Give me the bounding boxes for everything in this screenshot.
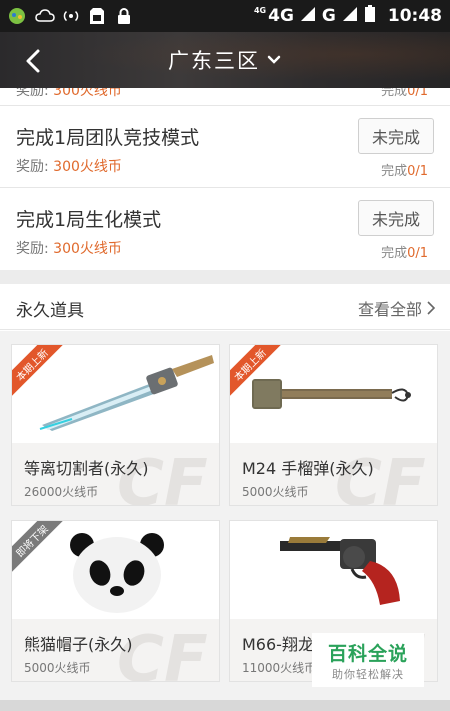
sim-icon [89,7,107,25]
item-name: 熊猫帽子(永久) [24,635,133,654]
reward-label: 奖励: [16,88,49,99]
item-card[interactable]: 即将下架 CF 熊猫帽子(永久) 5000火线币 [11,520,220,682]
hotspot-icon [62,7,80,25]
section-title: 永久道具 [16,301,84,321]
reward-label: 奖励: [16,241,49,257]
progress-value: 0/1 [407,164,428,179]
carrier-label: G [321,6,336,26]
back-arrow-icon [26,49,40,73]
section-header: 永久道具 查看全部 [0,284,450,330]
watermark-sub: 助你轻松解决 [332,667,404,681]
bottom-edge [0,700,450,711]
task-progress: 完成0/1 [381,242,428,261]
server-selector[interactable]: 广东三区 [168,45,282,75]
lock-icon [116,7,134,25]
item-price: 26000火线币 [24,485,99,499]
task-reward: 奖励: 300火线币 [16,238,122,258]
task-reward: 奖励: 300火线币 [16,156,122,176]
signal-icon [300,6,316,26]
back-button[interactable] [18,46,48,76]
task-row: 完成1局团队竞技模式 奖励: 300火线币 未完成 完成0/1 [0,106,450,188]
app-header: 广东三区 [0,32,450,88]
network-type-small: 4G [253,5,267,15]
item-info: CF 熊猫帽子(永久) 5000火线币 [12,619,219,681]
item-card[interactable]: 本期上新 CF 等离切割者(永久) 26000火线币 [11,344,220,506]
m66-revolver-image [230,521,437,619]
reward-amount: 300火线币 [53,159,122,175]
reward-amount: 300火线币 [53,241,122,257]
task-status-button[interactable]: 未完成 [358,200,434,236]
progress-value: 0/1 [407,246,428,261]
task-progress: 完成0/1 [381,88,428,99]
task-title: 完成1局团队竞技模式 [16,127,200,149]
item-card[interactable]: 本期上新 CF M24 手榴弹(永久) 5000火线币 [229,344,438,506]
progress-value: 0/1 [407,88,428,99]
baike-watermark-logo: 百科全说 助你轻松解决 [312,633,424,687]
item-name: M24 手榴弹(永久) [242,459,374,478]
signal-icon-2 [342,6,358,26]
battery-icon [364,5,376,27]
item-name: M66-翔龙 [242,635,314,654]
reward-amount: 300火线币 [53,88,122,99]
task-status-button[interactable]: 未完成 [358,118,434,154]
item-info: CF 等离切割者(永久) 26000火线币 [12,443,219,505]
see-all-link[interactable]: 查看全部 [358,296,436,320]
page-title: 广东三区 [168,49,260,73]
item-name: 等离切割者(永久) [24,459,149,478]
task-title: 完成1局生化模式 [16,209,162,231]
progress-label: 完成 [381,246,408,261]
item-price: 11000火线币 [242,661,317,675]
task-reward: 奖励: 300火线币 [16,88,122,100]
item-price: 5000火线币 [24,661,91,675]
item-price: 5000火线币 [242,485,309,499]
see-all-label: 查看全部 [357,300,422,319]
task-row: 完成1局生化模式 奖励: 300火线币 未完成 完成0/1 [0,188,450,270]
section-divider [0,270,450,284]
progress-label: 完成 [381,164,408,179]
item-info: CF M24 手榴弹(永久) 5000火线币 [230,443,437,505]
progress-label: 完成 [381,88,408,99]
chevron-down-icon [267,55,281,64]
network-type: 4G [268,6,294,26]
reward-label: 奖励: [16,159,49,175]
task-row: 奖励: 300火线币 完成0/1 [0,88,450,106]
watermark-main: 百科全说 [327,642,408,665]
clock: 10:48 [387,6,442,26]
chevron-right-icon [427,301,436,315]
status-bar: 4G 4G G 10:48 [0,0,450,32]
cloud-icon [35,7,55,25]
task-progress: 完成0/1 [381,160,428,179]
app-notification-icon [8,7,26,25]
